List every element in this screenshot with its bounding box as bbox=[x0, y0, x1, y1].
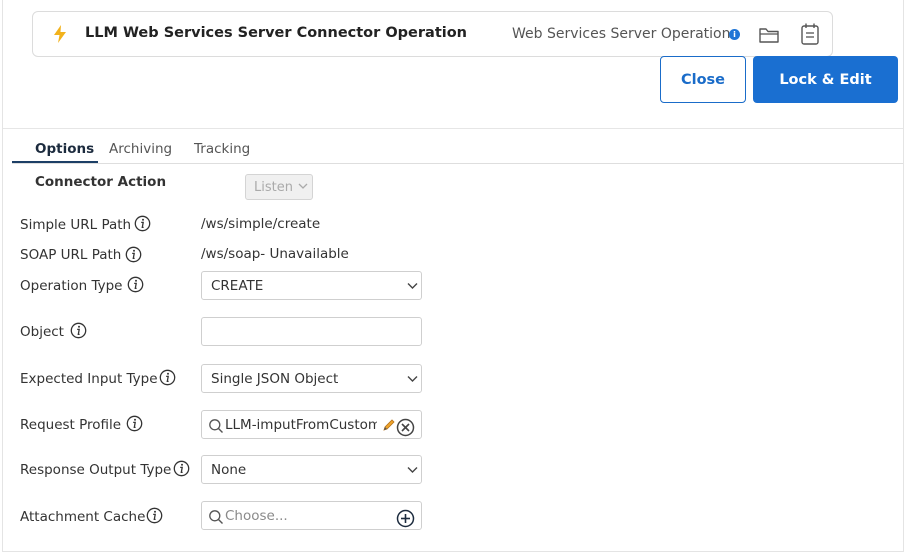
tab-bar-divider bbox=[12, 163, 903, 164]
operation-type-subtitle: Web Services Server Operation bbox=[512, 26, 731, 42]
simple-url-path-label: Simple URL Path bbox=[20, 217, 132, 233]
operation-title: LLM Web Services Server Connector Operat… bbox=[85, 25, 467, 41]
operation-type-select[interactable]: CREATE bbox=[201, 271, 422, 300]
expected-input-type-select[interactable]: Single JSON Object bbox=[201, 364, 422, 393]
tab-tracking[interactable]: Tracking bbox=[194, 141, 250, 157]
info-icon[interactable] bbox=[159, 369, 176, 386]
pencil-icon[interactable] bbox=[382, 418, 396, 432]
tab-archiving[interactable]: Archiving bbox=[109, 141, 172, 157]
add-icon[interactable] bbox=[396, 509, 415, 528]
chevron-down-icon bbox=[407, 283, 418, 289]
notes-icon[interactable] bbox=[800, 22, 820, 46]
request-profile-field[interactable]: LLM-imputFromCustomer bbox=[201, 410, 422, 439]
operation-type-label: Operation Type bbox=[20, 278, 123, 294]
search-icon bbox=[209, 419, 223, 433]
connector-action-label: Connector Action bbox=[35, 174, 167, 190]
info-icon[interactable] bbox=[126, 415, 143, 432]
chevron-down-icon bbox=[298, 183, 308, 189]
attachment-cache-placeholder: Choose... bbox=[225, 508, 288, 524]
expected-input-type-value: Single JSON Object bbox=[211, 371, 339, 387]
search-icon bbox=[209, 510, 223, 524]
soap-url-path-label: SOAP URL Path bbox=[20, 247, 122, 263]
tab-options[interactable]: Options bbox=[35, 141, 94, 157]
chevron-down-icon bbox=[407, 376, 418, 382]
bolt-icon bbox=[54, 25, 66, 43]
response-output-type-label: Response Output Type bbox=[20, 462, 172, 478]
operation-type-value: CREATE bbox=[211, 278, 264, 294]
info-icon[interactable] bbox=[127, 276, 144, 293]
clear-icon[interactable] bbox=[396, 418, 415, 437]
folder-icon[interactable] bbox=[758, 25, 780, 45]
response-output-type-value: None bbox=[211, 462, 247, 478]
object-input[interactable] bbox=[201, 317, 422, 346]
info-icon[interactable] bbox=[173, 460, 190, 477]
expected-input-type-label: Expected Input Type bbox=[20, 371, 158, 387]
response-output-type-select[interactable]: None bbox=[201, 455, 422, 484]
info-icon[interactable] bbox=[134, 215, 151, 232]
connector-action-value: Listen bbox=[254, 180, 293, 195]
close-button[interactable]: Close bbox=[660, 56, 746, 103]
attachment-cache-field[interactable]: Choose... bbox=[201, 501, 422, 530]
connector-action-select: Listen bbox=[245, 174, 313, 200]
operation-header: LLM Web Services Server Connector Operat… bbox=[32, 11, 833, 57]
simple-url-path-value: /ws/simple/create bbox=[201, 216, 321, 232]
info-icon[interactable] bbox=[146, 507, 163, 524]
attachment-cache-label: Attachment Cache bbox=[20, 509, 146, 525]
request-profile-value: LLM-imputFromCustomer bbox=[225, 417, 377, 433]
info-icon[interactable] bbox=[70, 322, 87, 339]
info-icon[interactable]: i bbox=[729, 29, 740, 40]
request-profile-label: Request Profile bbox=[20, 417, 122, 433]
header-divider bbox=[3, 128, 903, 129]
chevron-down-icon bbox=[407, 467, 418, 473]
soap-url-path-value: /ws/soap- Unavailable bbox=[201, 246, 349, 262]
lock-edit-button[interactable]: Lock & Edit bbox=[753, 56, 898, 103]
info-icon[interactable] bbox=[125, 246, 142, 263]
object-label: Object bbox=[20, 324, 64, 340]
